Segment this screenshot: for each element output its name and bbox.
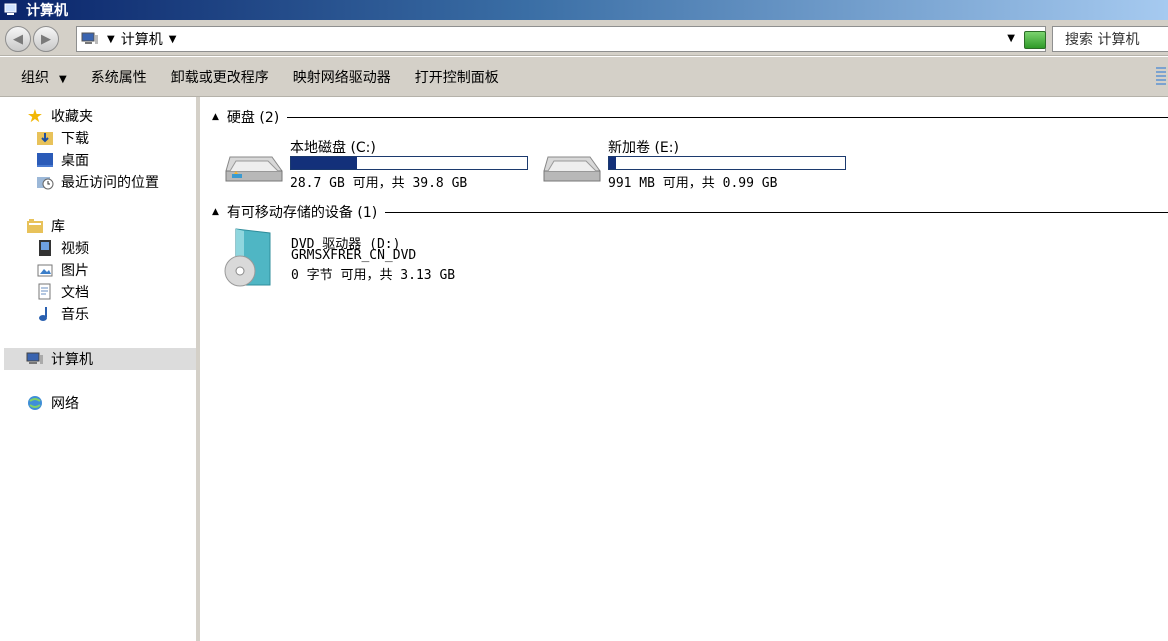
map-network-drive-button[interactable]: 映射网络驱动器 <box>293 67 391 87</box>
star-icon: ★ <box>26 105 44 127</box>
group-title-hard-disks: 硬盘 (2) <box>226 110 280 126</box>
chevron-down-icon[interactable]: ▼ <box>169 34 177 45</box>
drive-usage-bar <box>290 156 528 170</box>
nav-favorites[interactable]: ★ 收藏夹 <box>26 105 93 127</box>
nav-desktop-label: 桌面 <box>61 153 89 169</box>
address-dropdown-icon[interactable]: ▼ <box>1007 33 1015 44</box>
libraries-icon <box>27 219 43 233</box>
dvd-free-space: 0 字节 可用，共 3.13 GB <box>291 268 456 283</box>
chevron-down-icon: ▼ <box>59 73 67 85</box>
nav-buttons: ◀ ▶ <box>5 26 61 52</box>
breadcrumb-computer[interactable]: 计算机 <box>121 29 163 49</box>
document-icon <box>38 283 51 300</box>
group-header-removable[interactable]: ▲ 有可移动存储的设备 (1) <box>212 202 1168 222</box>
drive-usage-fill <box>609 157 617 169</box>
nav-computer-label: 计算机 <box>51 352 93 368</box>
nav-libraries-label: 库 <box>51 219 65 235</box>
video-icon <box>39 240 51 256</box>
address-field[interactable]: ▼ 计算机 ▼ ▼ <box>76 26 1046 52</box>
nav-videos[interactable]: 视频 <box>36 237 89 259</box>
nav-documents-label: 文档 <box>61 285 89 301</box>
computer-icon <box>26 352 43 364</box>
arrow-right-icon: ▶ <box>41 31 51 47</box>
open-control-panel-button[interactable]: 打开控制面板 <box>415 67 499 87</box>
network-icon <box>28 396 42 410</box>
nav-network-label: 网络 <box>51 396 79 412</box>
nav-music[interactable]: 音乐 <box>36 303 89 325</box>
drive-free-space: 991 MB 可用，共 0.99 GB <box>608 176 778 191</box>
drive-name: 本地磁盘 (C:) <box>290 140 376 156</box>
downloads-folder-icon <box>37 132 53 145</box>
chevron-down-icon[interactable]: ▼ <box>107 34 115 45</box>
address-bar: ◀ ▶ ▼ 计算机 ▼ ▼ 搜索 计算机 <box>0 20 1168 56</box>
nav-pictures[interactable]: 图片 <box>36 259 89 281</box>
drive-usage-bar <box>608 156 846 170</box>
organize-label: 组织 <box>21 69 49 86</box>
nav-libraries[interactable]: 库 <box>26 215 65 237</box>
arrow-left-icon: ◀ <box>13 31 23 47</box>
refresh-button[interactable] <box>1024 31 1046 49</box>
drive-name: 新加卷 (E:) <box>608 140 679 156</box>
collapse-triangle-icon[interactable]: ▲ <box>212 112 219 122</box>
group-divider <box>287 116 1168 118</box>
computer-icon <box>4 3 17 15</box>
navigation-pane: ★ 收藏夹 下载 桌面 最近访问的位置 库 视频 图片 文档 音乐 计算机 网络 <box>0 97 200 641</box>
dvd-volume-label: GRMSXFRER_CN_DVD <box>291 248 417 263</box>
organize-button[interactable]: 组织 ▼ <box>21 67 67 87</box>
view-options-icon[interactable] <box>1156 67 1166 87</box>
nav-computer[interactable]: 计算机 <box>4 348 196 370</box>
uninstall-button[interactable]: 卸载或更改程序 <box>171 67 269 87</box>
hard-drive-icon <box>543 156 601 182</box>
title-bar: 计算机 <box>0 0 1168 20</box>
computer-icon <box>81 32 98 44</box>
content-pane: ▲ 硬盘 (2) 本地磁盘 (C:) 28.7 GB 可用，共 39.8 GB … <box>204 97 1168 641</box>
search-input[interactable]: 搜索 计算机 <box>1052 26 1168 52</box>
drive-usage-fill <box>291 157 358 169</box>
nav-recent[interactable]: 最近访问的位置 <box>36 171 159 193</box>
forward-button[interactable]: ▶ <box>33 26 59 52</box>
collapse-triangle-icon[interactable]: ▲ <box>212 207 219 217</box>
back-button[interactable]: ◀ <box>5 26 31 52</box>
nav-recent-label: 最近访问的位置 <box>61 175 159 191</box>
nav-downloads[interactable]: 下载 <box>36 127 89 149</box>
drive-free-space: 28.7 GB 可用，共 39.8 GB <box>290 176 468 191</box>
nav-network[interactable]: 网络 <box>26 392 79 414</box>
nav-desktop[interactable]: 桌面 <box>36 149 89 171</box>
recent-places-icon <box>37 177 54 190</box>
dvd-drive-icon <box>224 228 271 287</box>
command-bar: 组织 ▼ 系统属性 卸载或更改程序 映射网络驱动器 打开控制面板 <box>0 57 1168 97</box>
nav-documents[interactable]: 文档 <box>36 281 89 303</box>
nav-videos-label: 视频 <box>61 241 89 257</box>
nav-music-label: 音乐 <box>61 307 89 323</box>
group-divider <box>385 211 1168 213</box>
window-title: 计算机 <box>26 3 68 19</box>
group-header-hard-disks[interactable]: ▲ 硬盘 (2) <box>212 107 1168 127</box>
nav-downloads-label: 下载 <box>61 131 89 147</box>
music-icon <box>39 307 47 321</box>
group-title-removable: 有可移动存储的设备 (1) <box>226 205 378 221</box>
system-properties-button[interactable]: 系统属性 <box>91 67 147 87</box>
desktop-icon <box>37 153 53 167</box>
pictures-icon <box>37 264 53 277</box>
nav-pictures-label: 图片 <box>61 263 89 279</box>
nav-favorites-label: 收藏夹 <box>51 109 93 125</box>
hard-drive-icon <box>225 156 283 182</box>
